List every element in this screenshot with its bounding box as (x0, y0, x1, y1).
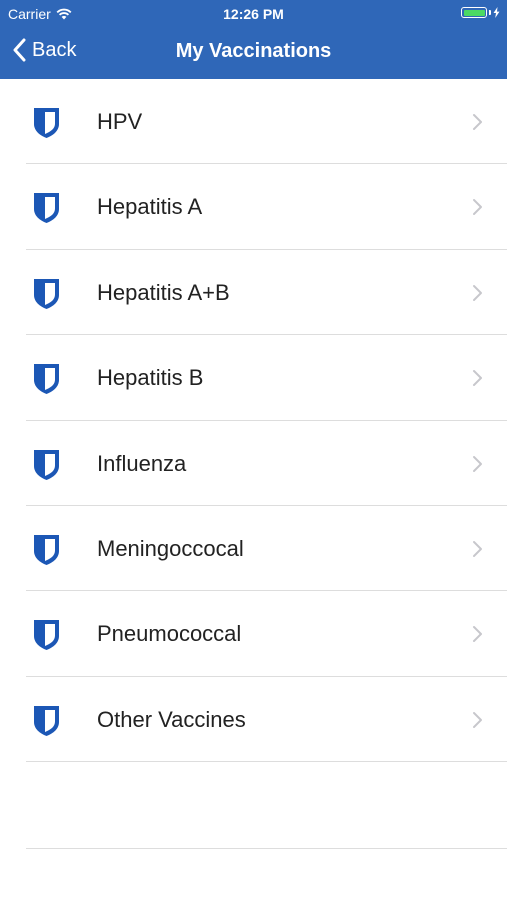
battery-tip (489, 10, 491, 15)
vaccine-list-item[interactable]: HPV (0, 79, 507, 165)
app-header: Carrier 12:26 PM Back My Vaccinations (0, 0, 507, 79)
vaccine-list-item[interactable]: Hepatitis A+B (0, 250, 507, 336)
vaccine-label: Other Vaccines (97, 706, 246, 732)
vaccine-list-item[interactable]: Pneumococcal (0, 591, 507, 677)
chevron-right-icon (473, 370, 482, 387)
page-title: My Vaccinations (175, 40, 332, 62)
shield-icon (34, 364, 59, 395)
shield-icon (34, 449, 59, 480)
list-footer-divider (26, 848, 507, 849)
vaccination-list: HPV Hepatitis A Hepatitis A+B Hepatitis B In… (0, 79, 507, 763)
chevron-right-icon (473, 284, 482, 301)
battery-level (463, 9, 485, 16)
vaccine-list-item[interactable]: Other Vaccines (0, 677, 507, 763)
navigation-bar: Back My Vaccinations (0, 26, 507, 79)
vaccine-list-item[interactable]: Hepatitis B (0, 335, 507, 421)
vaccine-label: HPV (97, 109, 143, 134)
chevron-right-icon (473, 711, 482, 728)
vaccine-list-item[interactable]: Meningoccocal (0, 506, 507, 592)
shield-icon (34, 193, 59, 224)
chevron-right-icon (473, 199, 482, 216)
vaccine-label: Hepatitis A+B (97, 279, 230, 305)
shield-icon (34, 278, 59, 309)
charging-bolt-icon (493, 7, 500, 18)
chevron-right-icon (473, 114, 482, 130)
shield-icon (34, 108, 59, 138)
chevron-right-icon (473, 626, 482, 643)
shield-icon (34, 534, 59, 565)
vaccine-label: Hepatitis A (97, 194, 203, 220)
chevron-right-icon (473, 455, 482, 472)
status-time: 12:26 PM (223, 6, 284, 22)
shield-icon (34, 705, 59, 736)
chevron-right-icon (473, 540, 482, 557)
vaccine-label: Hepatitis B (97, 365, 204, 391)
vaccine-list-item[interactable]: Influenza (0, 421, 507, 506)
battery-icon (461, 7, 487, 18)
status-bar: Carrier 12:26 PM (0, 0, 507, 26)
vaccine-label: Pneumococcal (97, 621, 242, 647)
row-divider (26, 761, 507, 763)
vaccine-label: Influenza (97, 450, 187, 476)
battery-indicator (461, 7, 500, 18)
vaccine-list-item[interactable]: Hepatitis A (0, 164, 507, 250)
shield-icon (34, 620, 59, 651)
vaccine-label: Meningoccocal (97, 535, 244, 561)
